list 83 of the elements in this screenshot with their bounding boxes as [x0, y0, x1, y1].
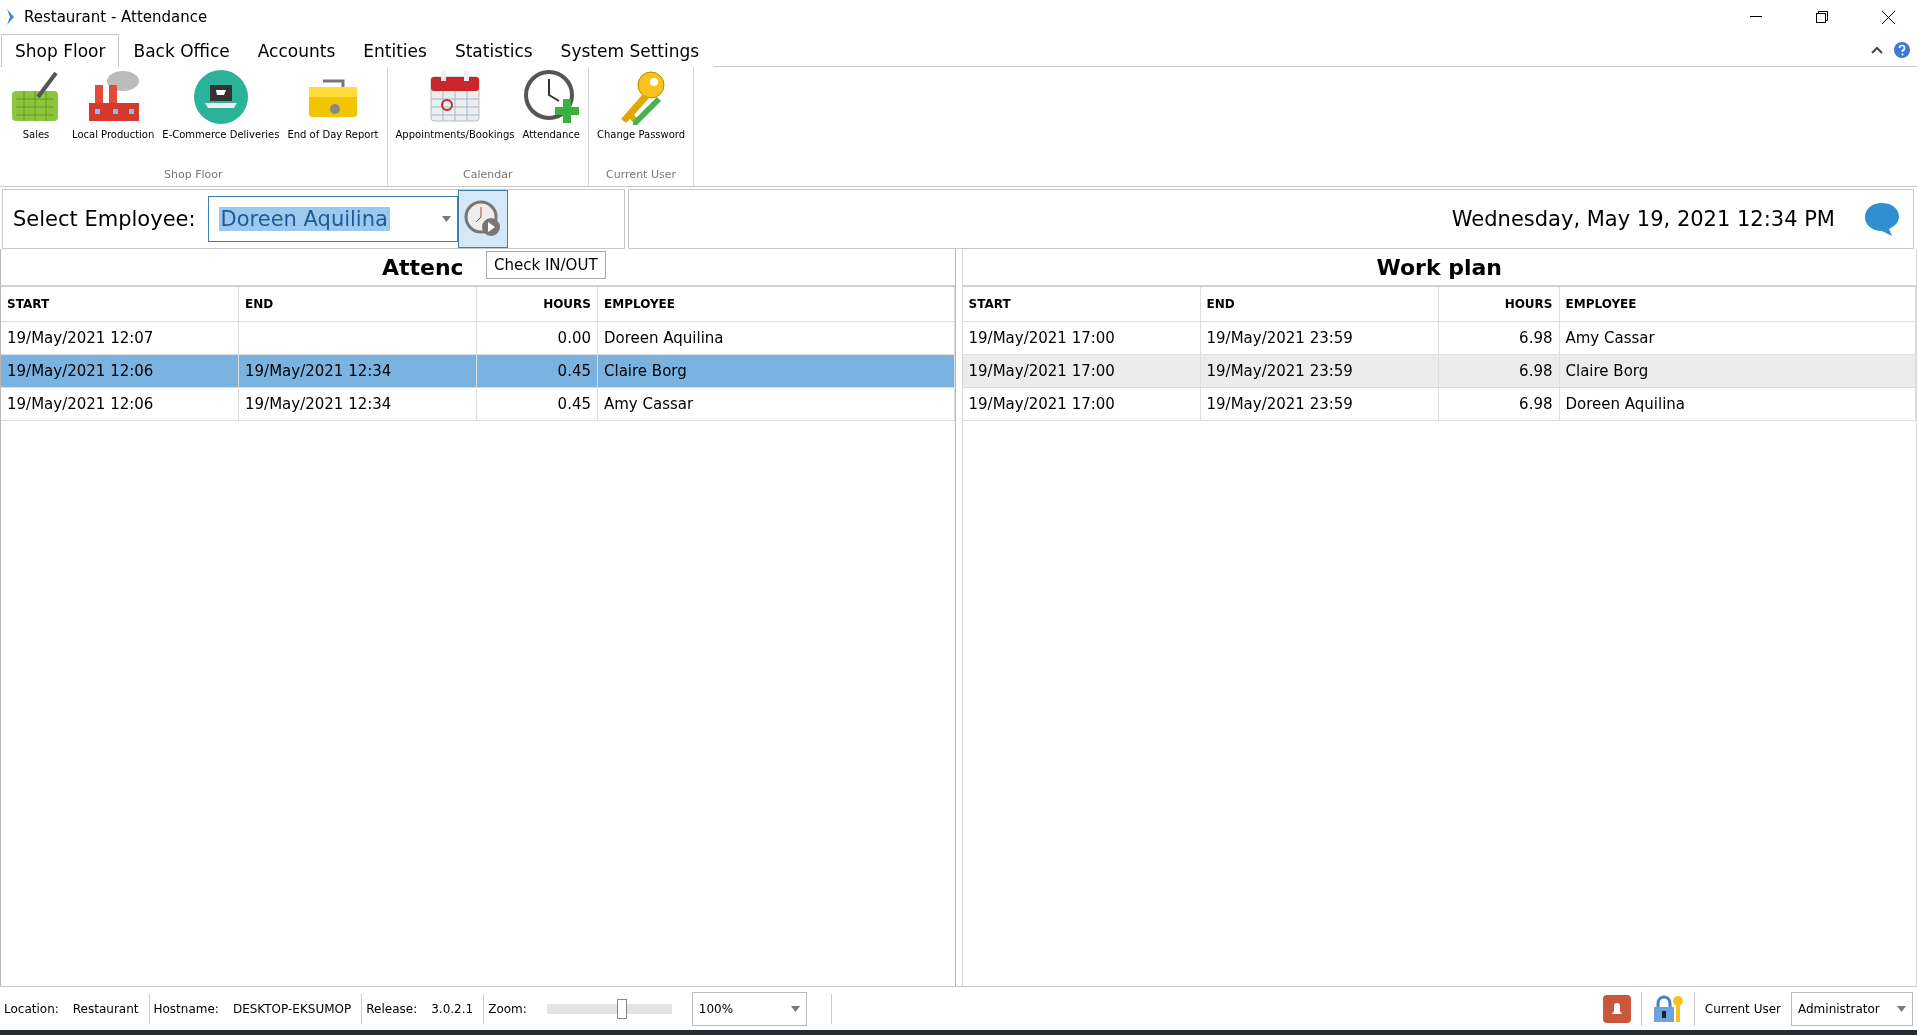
ribbon-button[interactable]: End of Day Report	[283, 67, 383, 168]
dropdown-caret-icon	[441, 216, 451, 222]
status-label: Hostname:	[153, 1001, 219, 1016]
table-cell: 19/May/2021 12:07	[1, 322, 239, 354]
table-row[interactable]: 19/May/2021 12:06 19/May/2021 12:34 0.45 Amy Cassar	[1, 388, 955, 421]
column-header[interactable]: END	[239, 287, 477, 321]
table-cell: 6.98	[1438, 355, 1560, 387]
column-header[interactable]: EMPLOYEE	[1559, 287, 1916, 321]
table-cell: 0.45	[477, 388, 598, 420]
help-icon[interactable]	[1893, 40, 1911, 59]
table-row[interactable]: 19/May/2021 12:06 19/May/2021 12:34 0.45 Claire Borg	[1, 355, 955, 388]
table-cell: 19/May/2021 17:00	[962, 388, 1201, 420]
table-row[interactable]: 19/May/2021 17:00 19/May/2021 23:59 6.98 Amy Cassar	[962, 322, 1916, 355]
laptop-cart-icon	[192, 69, 249, 125]
table-cell: 19/May/2021 12:34	[239, 388, 477, 420]
ribbon-button[interactable]: Attendance	[518, 67, 584, 168]
clock-play-icon	[462, 199, 503, 239]
ribbon-tab[interactable]: Shop Floor	[1, 34, 120, 67]
table-cell: 19/May/2021 12:34	[239, 355, 477, 387]
panel-title: Attenc	[381, 254, 464, 280]
column-header[interactable]: EMPLOYEE	[598, 287, 955, 321]
ribbon-group-label: Current User	[605, 168, 677, 183]
table-cell: Claire Borg	[1559, 355, 1916, 387]
table-cell: 6.98	[1438, 322, 1560, 354]
status-label: Location:	[4, 1001, 59, 1016]
slider-thumb[interactable]	[616, 998, 627, 1019]
status-value: 3.0.2.1	[431, 1001, 474, 1016]
lock-key-icon	[1651, 994, 1684, 1023]
table-cell: 19/May/2021 12:06	[1, 388, 239, 420]
ribbon-button[interactable]: E-Commerce Deliveries	[158, 67, 284, 168]
column-header[interactable]: START	[1, 287, 239, 321]
ribbon-group-label: Calendar	[462, 168, 514, 183]
table-cell: 0.00	[477, 322, 598, 354]
table-cell: 19/May/2021 17:00	[962, 322, 1201, 354]
calendar-icon	[427, 69, 483, 125]
window-title: Restaurant - Attendance	[24, 8, 209, 26]
table-cell: 19/May/2021 23:59	[1200, 388, 1439, 420]
zoom-dropdown[interactable]: 100%	[691, 991, 807, 1026]
table-cell: 19/May/2021 23:59	[1200, 322, 1439, 354]
table-row[interactable]: 19/May/2021 17:00 19/May/2021 23:59 6.98 Doreen Aquilina	[962, 388, 1916, 421]
minimize-icon	[1750, 16, 1762, 18]
ribbon-button[interactable]: Sales	[4, 67, 68, 168]
app-logo-icon	[6, 8, 16, 26]
column-header[interactable]: START	[962, 287, 1201, 321]
user-dropdown[interactable]: Administrator	[1791, 991, 1913, 1026]
help-bubble-icon[interactable]	[1863, 201, 1901, 237]
zoom-label: Zoom:	[488, 1001, 527, 1016]
table-cell: 6.98	[1438, 388, 1560, 420]
table-cell: 19/May/2021 17:00	[962, 355, 1201, 387]
ribbon-button[interactable]: Local Production	[68, 67, 159, 168]
status-value: Restaurant	[72, 1001, 139, 1016]
ribbon-button[interactable]: Appointments/Bookings	[391, 67, 519, 168]
bell-icon	[1602, 994, 1631, 1023]
column-header[interactable]: END	[1200, 287, 1439, 321]
collapse-chevron-icon[interactable]	[1871, 45, 1883, 54]
table-cell: 0.45	[477, 355, 598, 387]
dropdown-caret-icon	[790, 1005, 800, 1012]
employee-label: Select Employee:	[13, 207, 196, 231]
column-header[interactable]: HOURS	[477, 287, 598, 321]
table-cell: 19/May/2021 23:59	[1200, 355, 1439, 387]
table-cell: 19/May/2021 12:06	[1, 355, 239, 387]
current-user-label: Current User	[1704, 1001, 1781, 1016]
table-cell: Doreen Aquilina	[598, 322, 955, 354]
ribbon-button[interactable]: Change Password	[592, 67, 690, 168]
current-datetime: Wednesday, May 19, 2021 12:34 PM	[1451, 207, 1835, 231]
clock-plus-icon	[523, 69, 580, 125]
close-icon	[1881, 10, 1895, 24]
column-header[interactable]: HOURS	[1438, 287, 1560, 321]
restore-icon	[1816, 11, 1828, 23]
tooltip: Check IN/OUT	[486, 251, 606, 279]
table-cell: Claire Borg	[598, 355, 955, 387]
table-row[interactable]: 19/May/2021 12:07 0.00 Doreen Aquilina	[1, 322, 955, 355]
dropdown-caret-icon	[1897, 1005, 1906, 1012]
table-cell: Doreen Aquilina	[1559, 388, 1916, 420]
status-label: Release:	[366, 1001, 418, 1016]
ribbon-group-label: Shop Floor	[163, 168, 224, 183]
check-in-out-button[interactable]	[457, 190, 508, 248]
table-row[interactable]: 19/May/2021 17:00 19/May/2021 23:59 6.98 Claire Borg	[962, 355, 1916, 388]
employee-dropdown[interactable]: Doreen Aquilina	[207, 196, 458, 242]
status-value: DESKTOP-EKSUMOP	[232, 1001, 352, 1016]
panel-title: Work plan	[1376, 254, 1502, 280]
table-cell: Amy Cassar	[1559, 322, 1916, 354]
table-cell: Amy Cassar	[598, 388, 955, 420]
